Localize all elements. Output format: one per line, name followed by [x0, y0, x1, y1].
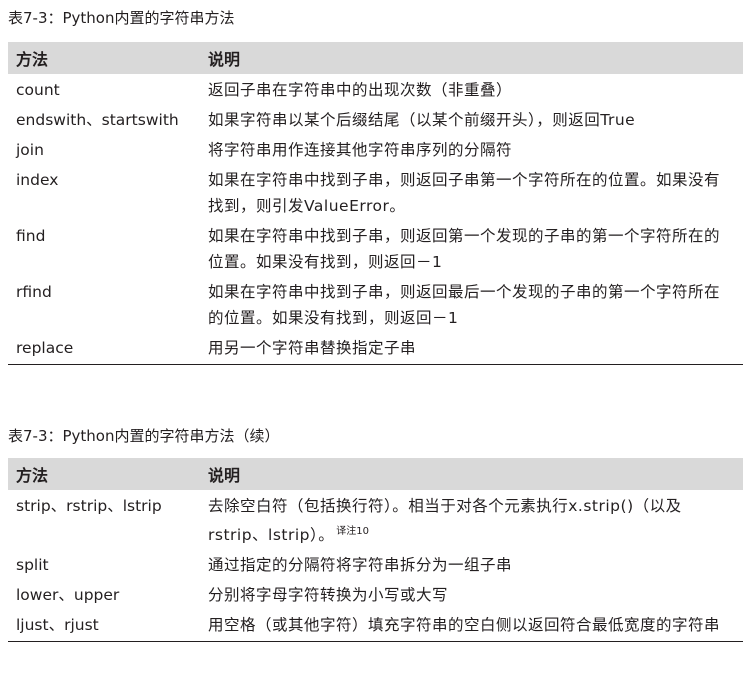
header-method: 方法: [8, 458, 200, 490]
method-description: 如果在字符串中找到子串，则返回最后一个发现的子串的第一个字符所在的位置。如果没有…: [208, 283, 721, 327]
table-row: find 如果在字符串中找到子串，则返回第一个发现的子串的第一个字符所在的位置。…: [8, 220, 743, 276]
method-name: lower、upper: [16, 586, 120, 604]
method-description: 用另一个字符串替换指定子串: [200, 332, 743, 365]
method-description: 将字符串用作连接其他字符串序列的分隔符: [208, 141, 513, 159]
method-name: count: [16, 81, 60, 99]
string-methods-table: 方法 说明 count 返回子串在字符串中的出现次数（非重叠） endswith…: [8, 42, 743, 365]
method-name: split: [16, 556, 49, 574]
table-row: rfind 如果在字符串中找到子串，则返回最后一个发现的子串的第一个字符所在的位…: [8, 276, 743, 332]
table-row: endswith、startswith 如果字符串以某个后缀结尾（以某个前缀开头…: [8, 104, 743, 134]
method-name: join: [16, 141, 44, 159]
method-description: 去除空白符（包括换行符）。相当于对各个元素执行x.strip()（以及rstri…: [200, 490, 743, 549]
method-name: strip、rstrip、lstrip: [16, 497, 162, 515]
table-header-row: 方法 说明: [8, 42, 743, 74]
table-row: ljust、rjust 用空格（或其他字符）填充字符串的空白侧以返回符合最低宽度…: [8, 609, 743, 642]
table-row: count 返回子串在字符串中的出现次数（非重叠）: [8, 74, 743, 104]
method-description: 返回子串在字符串中的出现次数（非重叠）: [208, 81, 513, 99]
method-description: 如果在字符串中找到子串，则返回第一个发现的子串的第一个字符所在的位置。如果没有找…: [208, 227, 721, 271]
method-description: 如果字符串以某个后缀结尾（以某个前缀开头），则返回True: [208, 111, 636, 129]
method-description: 通过指定的分隔符将字符串拆分为一组子串: [208, 556, 513, 574]
method-name: find: [16, 227, 46, 245]
method-description: 分别将字母字符转换为小写或大写: [208, 586, 449, 604]
method-name: endswith、startswith: [16, 111, 179, 129]
description-text: 去除空白符（包括换行符）。相当于对各个元素执行x.strip()（以及rstri…: [208, 497, 682, 544]
header-description: 说明: [200, 42, 743, 74]
translator-note-marker: 译注10: [336, 526, 370, 537]
header-description: 说明: [200, 458, 743, 490]
table-row: split 通过指定的分隔符将字符串拆分为一组子串: [8, 549, 743, 579]
method-name: ljust、rjust: [8, 609, 200, 642]
table-row: join 将字符串用作连接其他字符串序列的分隔符: [8, 134, 743, 164]
string-methods-table-continued: 方法 说明 strip、rstrip、lstrip 去除空白符（包括换行符）。相…: [8, 458, 743, 642]
method-description: 如果在字符串中找到子串，则返回子串第一个字符所在的位置。如果没有找到，则引发Va…: [208, 171, 721, 215]
table-header-row: 方法 说明: [8, 458, 743, 490]
table-row: lower、upper 分别将字母字符转换为小写或大写: [8, 579, 743, 609]
method-name: replace: [8, 332, 200, 365]
table-row: index 如果在字符串中找到子串，则返回子串第一个字符所在的位置。如果没有找到…: [8, 164, 743, 220]
table-row: strip、rstrip、lstrip 去除空白符（包括换行符）。相当于对各个元…: [8, 490, 743, 549]
table-1-caption: 表7-3：Python内置的字符串方法: [8, 9, 235, 27]
table-2-caption: 表7-3：Python内置的字符串方法（续）: [8, 427, 280, 445]
method-name: rfind: [16, 283, 52, 301]
method-name: index: [16, 171, 59, 189]
table-row: replace 用另一个字符串替换指定子串: [8, 332, 743, 365]
header-method: 方法: [8, 42, 200, 74]
method-description: 用空格（或其他字符）填充字符串的空白侧以返回符合最低宽度的字符串: [200, 609, 743, 642]
